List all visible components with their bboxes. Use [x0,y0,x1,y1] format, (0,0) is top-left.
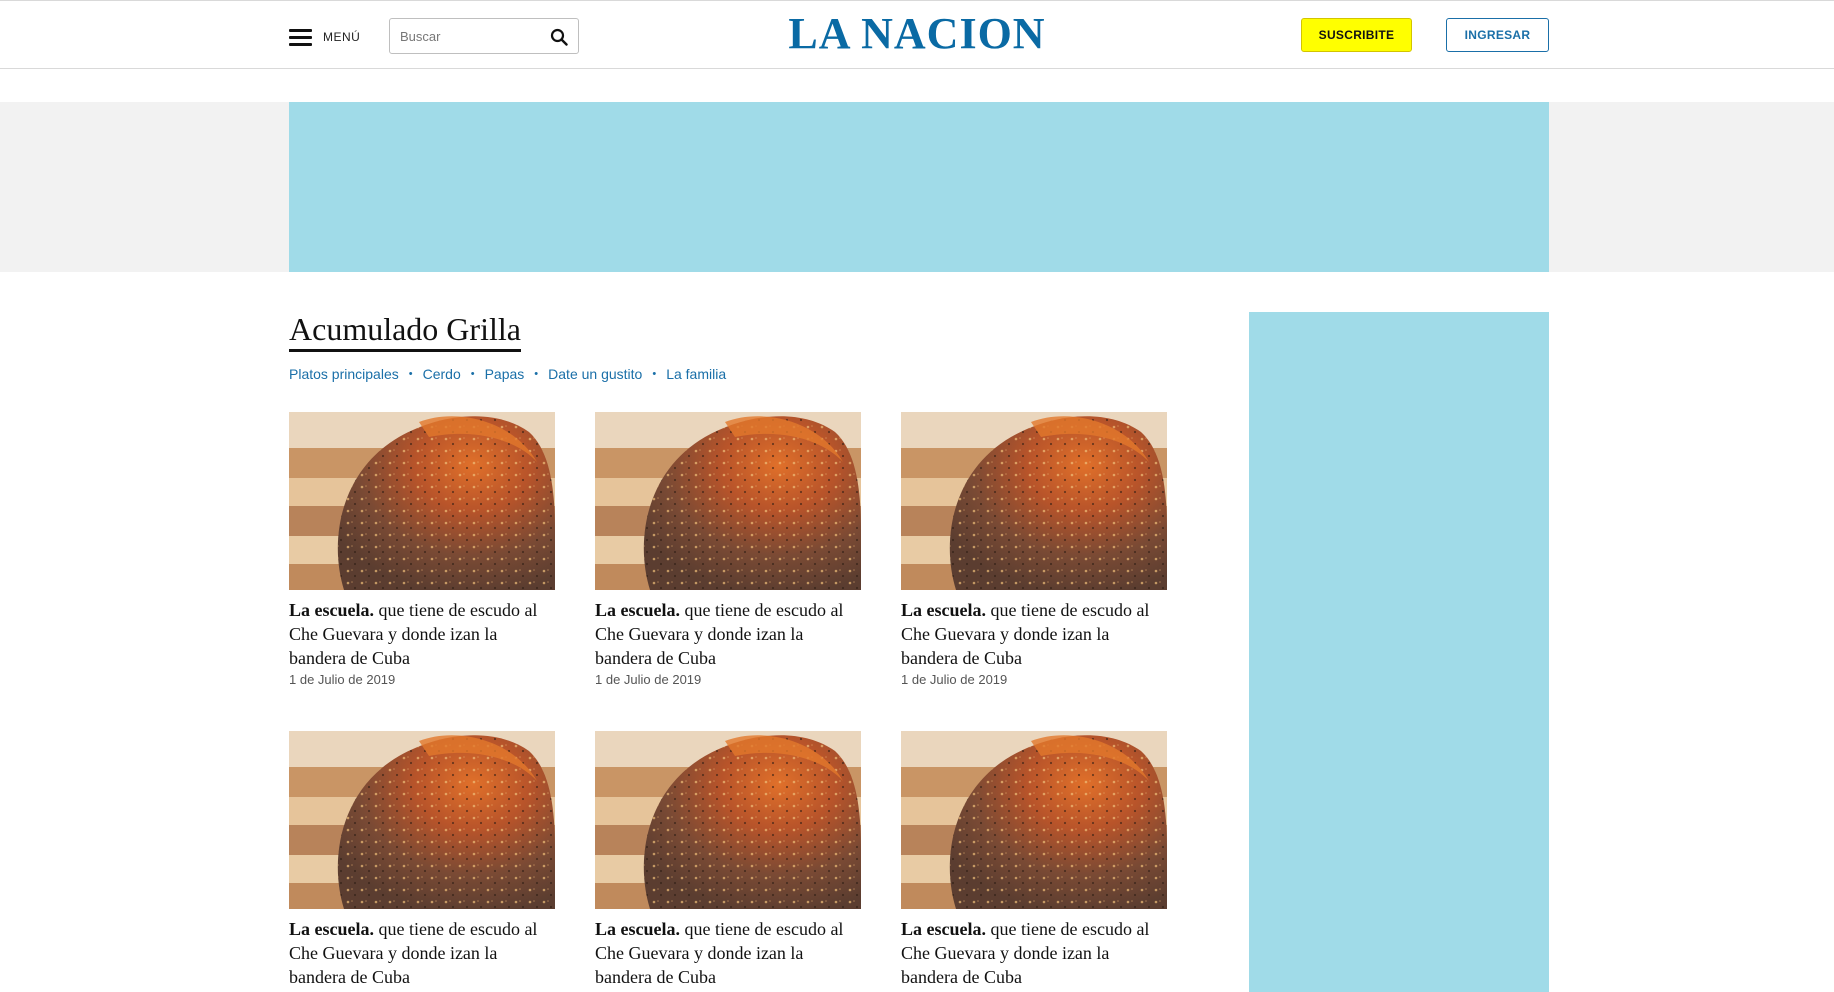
menu-label: MENÚ [323,30,361,44]
article-title[interactable]: La escuela. que tiene de escudo al Che G… [901,917,1167,989]
tag-link[interactable]: La familia [666,366,726,382]
search-box [389,18,579,54]
tag-separator: • [652,368,657,380]
article-kicker: La escuela. [289,600,374,620]
article-thumbnail[interactable] [289,731,555,909]
article-card[interactable]: La escuela. que tiene de escudo al Che G… [595,731,861,989]
tag-link[interactable]: Date un gustito [548,366,642,382]
article-thumbnail[interactable] [595,412,861,590]
ad-band [0,102,1834,272]
subscribe-button[interactable]: SUSCRIBITE [1301,18,1412,52]
side-ad-banner[interactable] [1249,312,1549,992]
article-card[interactable]: La escuela. que tiene de escudo al Che G… [901,731,1167,989]
article-date: 1 de Julio de 2019 [901,672,1008,687]
article-title[interactable]: La escuela. que tiene de escudo al Che G… [901,598,1167,670]
search-icon[interactable] [550,28,568,46]
article-title[interactable]: La escuela. que tiene de escudo al Che G… [595,917,861,989]
tag-link[interactable]: Papas [485,366,525,382]
tag-separator: • [408,368,413,380]
tag-link[interactable]: Cerdo [423,366,461,382]
article-kicker: La escuela. [595,919,680,939]
tag-link[interactable]: Platos principales [289,366,399,382]
menu-button[interactable]: MENÚ [289,28,360,46]
article-title[interactable]: La escuela. que tiene de escudo al Che G… [289,598,555,670]
article-thumbnail[interactable] [595,731,861,909]
site-header: MENÚ LA NACION SUSCRIBITE INGRESAR [0,0,1834,69]
tag-separator: • [470,368,475,380]
site-logo[interactable]: LA NACION [710,11,1124,57]
article-kicker: La escuela. [289,919,374,939]
article-date: 1 de Julio de 2019 [595,672,702,687]
section-title: Acumulado Grilla [289,310,521,352]
article-card[interactable]: La escuela. que tiene de escudo al Che G… [595,412,861,687]
article-date: 1 de Julio de 2019 [289,672,396,687]
article-card[interactable]: La escuela. que tiene de escudo al Che G… [901,412,1167,687]
search-input[interactable] [390,20,542,52]
article-thumbnail[interactable] [901,412,1167,590]
tag-separator: • [534,368,539,380]
article-kicker: La escuela. [901,600,986,620]
article-thumbnail[interactable] [901,731,1167,909]
article-kicker: La escuela. [901,919,986,939]
article-card[interactable]: La escuela. que tiene de escudo al Che G… [289,731,555,989]
hamburger-icon [289,28,312,46]
tag-list: Platos principales • Cerdo • Papas • Dat… [289,366,726,382]
login-button[interactable]: INGRESAR [1446,18,1549,52]
top-ad-banner[interactable] [289,102,1549,272]
article-thumbnail[interactable] [289,412,555,590]
article-card[interactable]: La escuela. que tiene de escudo al Che G… [289,412,555,687]
article-title[interactable]: La escuela. que tiene de escudo al Che G… [595,598,861,670]
article-title[interactable]: La escuela. que tiene de escudo al Che G… [289,917,555,989]
article-kicker: La escuela. [595,600,680,620]
